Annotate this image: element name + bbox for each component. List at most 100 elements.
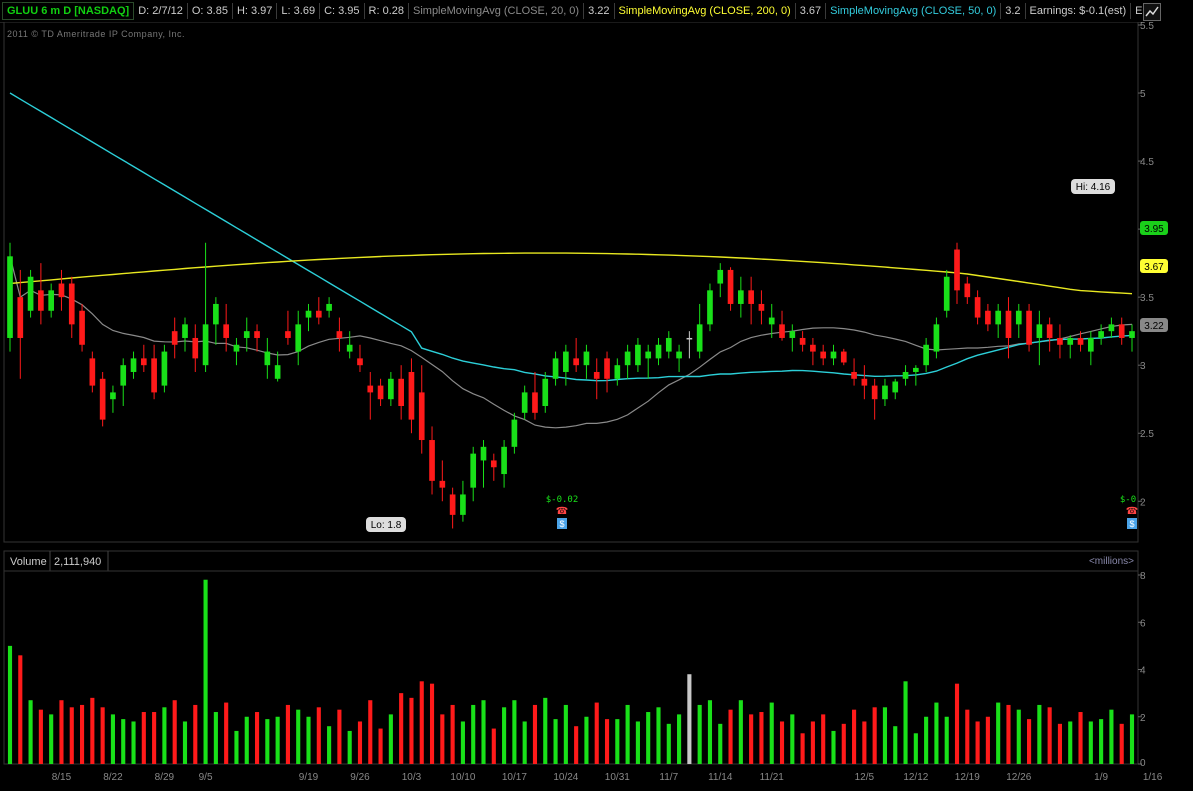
volume-tick-label: 2 <box>1140 713 1146 724</box>
volume-bar <box>800 733 805 764</box>
candle-body <box>768 317 775 325</box>
volume-tick-label: 6 <box>1140 618 1146 629</box>
date-tick-label: 12/12 <box>903 772 928 783</box>
candle-body <box>79 310 85 345</box>
candle-body <box>604 358 610 379</box>
candle-body <box>902 371 909 379</box>
date-tick-label: 9/5 <box>199 772 213 783</box>
candle-body <box>923 344 929 366</box>
last-price-tag: 3.95 <box>1140 221 1168 235</box>
date-tick-label: 12/5 <box>855 772 875 783</box>
candle <box>7 242 13 352</box>
sma200-label[interactable]: SimpleMovingAvg (CLOSE, 200, 0) <box>615 3 796 19</box>
price-panel[interactable] <box>3 22 1139 543</box>
price-tick-label: 5.5 <box>1140 22 1154 32</box>
candle-body <box>48 290 55 311</box>
volume-bar <box>38 709 43 764</box>
candle-body <box>954 249 960 291</box>
candle-body <box>676 351 682 359</box>
volume-bar <box>924 716 929 764</box>
volume-bar <box>1119 723 1124 764</box>
date-tick-label: 11/21 <box>760 772 785 783</box>
candle-body <box>285 331 291 338</box>
candle-body <box>1098 331 1104 338</box>
lo-tag: Lo: 1.8 <box>366 517 406 532</box>
date-tick-label: 12/26 <box>1006 772 1031 783</box>
hi-tag: Hi: 4.16 <box>1071 179 1115 194</box>
volume-header <box>3 550 1139 572</box>
volume-bar <box>707 700 713 764</box>
date-tick-label: 8/15 <box>52 772 72 783</box>
candle-body <box>305 310 312 318</box>
price-tick-label: 2.5 <box>1140 429 1154 440</box>
candle-body <box>686 337 693 340</box>
svg-text:3.95: 3.95 <box>1144 224 1164 235</box>
candle-body <box>110 392 116 400</box>
candle-body <box>17 297 24 338</box>
candle-body <box>7 256 13 338</box>
earnings-label[interactable]: Earnings: $-0.1(est) <box>1026 3 1132 19</box>
volume-bar <box>666 723 671 764</box>
candle-body <box>943 276 950 311</box>
date-tick-label: 8/22 <box>103 772 123 783</box>
volume-bar <box>677 714 682 764</box>
volume-bar <box>604 719 610 764</box>
candle-body <box>635 344 641 366</box>
symbol-label[interactable]: GLUU 6 m D [NASDAQ] <box>2 2 135 20</box>
candle-body <box>99 378 106 420</box>
sma50-label[interactable]: SimpleMovingAvg (CLOSE, 50, 0) <box>826 3 1002 19</box>
candle-body <box>429 440 435 481</box>
volume-bar <box>399 693 404 764</box>
volume-bar <box>244 716 249 764</box>
candle-body <box>1129 331 1135 338</box>
volume-bar <box>625 704 630 764</box>
candle <box>943 269 950 318</box>
volume-bar <box>59 700 64 764</box>
candle-body <box>614 365 621 379</box>
earnings-more-label[interactable]: Earning... <box>1131 3 1142 19</box>
date-tick-label: 10/3 <box>402 772 422 783</box>
volume-bar <box>121 719 126 764</box>
volume-bar <box>131 721 136 764</box>
candle-body <box>202 324 209 366</box>
candle-body <box>511 419 518 447</box>
candle-body <box>223 324 229 338</box>
candle-body <box>161 351 168 386</box>
chart-settings-button[interactable] <box>1143 3 1161 21</box>
volume-bar <box>532 704 538 764</box>
volume-bar <box>1078 712 1083 764</box>
candle-body <box>810 344 816 352</box>
volume-bar <box>553 719 558 764</box>
candle-body <box>974 297 981 318</box>
svg-text:$-0: $-0 <box>1120 495 1136 505</box>
volume-bar <box>646 712 651 764</box>
volume-bar <box>1057 723 1063 764</box>
candle-body <box>542 378 549 407</box>
range-label: R: 0.28 <box>365 3 409 19</box>
candle-body <box>120 365 127 386</box>
volume-bar <box>1027 719 1032 764</box>
candle-body <box>789 331 796 338</box>
sma20-label[interactable]: SimpleMovingAvg (CLOSE, 20, 0) <box>409 3 585 19</box>
candle-body <box>573 358 579 366</box>
volume-tick-label: 8 <box>1140 571 1146 582</box>
volume-bar <box>110 714 115 764</box>
candle <box>79 303 85 352</box>
candle-body <box>665 337 672 352</box>
candle-body <box>27 276 34 311</box>
candle-body <box>264 351 271 366</box>
date-tick-label: 8/29 <box>155 772 175 783</box>
volume-bar <box>841 723 846 764</box>
chart-area[interactable]: 2011 © TD Ameritrade IP Company, Inc. 2 2… <box>0 22 1193 791</box>
candle <box>707 283 713 332</box>
svg-text:Hi: 4.16: Hi: 4.16 <box>1076 182 1111 193</box>
volume-bar <box>718 723 723 764</box>
candle-body <box>738 290 744 304</box>
volume-bar <box>388 714 393 764</box>
candle-body <box>213 303 219 325</box>
candle-body <box>583 351 590 366</box>
candle-body <box>985 310 991 325</box>
volume-bar <box>903 681 908 764</box>
volume-bar <box>687 674 692 764</box>
volume-bar <box>172 700 177 764</box>
